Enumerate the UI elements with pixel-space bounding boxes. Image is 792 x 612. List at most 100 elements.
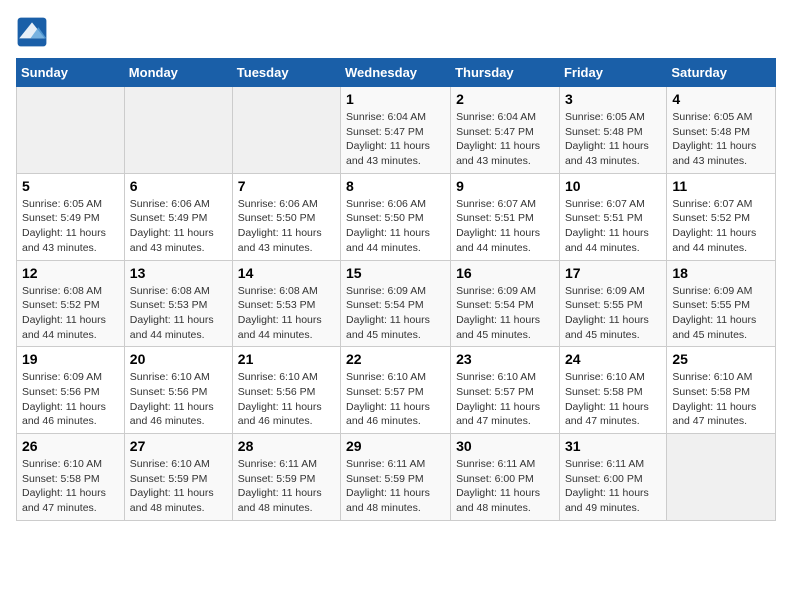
day-info: Sunrise: 6:04 AMSunset: 5:47 PMDaylight:… [346,110,445,169]
calendar-cell: 22 Sunrise: 6:10 AMSunset: 5:57 PMDayligh… [341,347,451,434]
day-number: 27 [130,438,227,454]
calendar-cell: 23 Sunrise: 6:10 AMSunset: 5:57 PMDayligh… [451,347,560,434]
day-number: 15 [346,265,445,281]
calendar-cell: 8Sunrise: 6:06 AMSunset: 5:50 PMDaylight… [341,173,451,260]
day-number: 20 [130,351,227,367]
calendar-week-4: 19Sunrise: 6:09 AMSunset: 5:56 PMDayligh… [17,347,776,434]
calendar-cell: 27 Sunrise: 6:10 AMSunset: 5:59 PMDayligh… [124,434,232,521]
weekday-header-saturday: Saturday [667,59,776,87]
day-info: Sunrise: 6:11 AMSunset: 5:59 PMDaylight:… [346,457,445,516]
day-number: 4 [672,91,770,107]
day-number: 9 [456,178,554,194]
calendar-cell [17,87,125,174]
calendar-cell: 24 Sunrise: 6:10 AMSunset: 5:58 PMDayligh… [559,347,666,434]
day-info: Sunrise: 6:09 AMSunset: 5:54 PMDaylight:… [456,284,554,343]
calendar-table: SundayMondayTuesdayWednesdayThursdayFrid… [16,58,776,521]
day-info: Sunrise: 6:11 AMSunset: 6:00 PMDaylight:… [456,457,554,516]
calendar-cell [232,87,340,174]
calendar-week-5: 26 Sunrise: 6:10 AMSunset: 5:58 PMDayligh… [17,434,776,521]
weekday-header-tuesday: Tuesday [232,59,340,87]
day-info: Sunrise: 6:10 AMSunset: 5:56 PMDaylight:… [238,370,335,429]
logo-icon [16,16,48,48]
calendar-cell: 21 Sunrise: 6:10 AMSunset: 5:56 PMDayligh… [232,347,340,434]
day-info: Sunrise: 6:10 AMSunset: 5:59 PMDaylight:… [130,457,227,516]
day-number: 23 [456,351,554,367]
weekday-header-wednesday: Wednesday [341,59,451,87]
day-info: Sunrise: 6:08 AMSunset: 5:53 PMDaylight:… [130,284,227,343]
day-number: 26 [22,438,119,454]
calendar-cell: 26 Sunrise: 6:10 AMSunset: 5:58 PMDayligh… [17,434,125,521]
day-number: 7 [238,178,335,194]
day-number: 30 [456,438,554,454]
day-number: 10 [565,178,661,194]
calendar-cell: 29Sunrise: 6:11 AMSunset: 5:59 PMDayligh… [341,434,451,521]
day-info: Sunrise: 6:08 AMSunset: 5:53 PMDaylight:… [238,284,335,343]
day-number: 24 [565,351,661,367]
day-info: Sunrise: 6:05 AMSunset: 5:49 PMDaylight:… [22,197,119,256]
calendar-week-2: 5 Sunrise: 6:05 AMSunset: 5:49 PMDaylight… [17,173,776,260]
calendar-cell: 4Sunrise: 6:05 AMSunset: 5:48 PMDaylight… [667,87,776,174]
calendar-cell: 15 Sunrise: 6:09 AMSunset: 5:54 PMDayligh… [341,260,451,347]
calendar-header: SundayMondayTuesdayWednesdayThursdayFrid… [17,59,776,87]
calendar-cell: 31 Sunrise: 6:11 AMSunset: 6:00 PMDayligh… [559,434,666,521]
calendar-week-3: 12 Sunrise: 6:08 AMSunset: 5:52 PMDayligh… [17,260,776,347]
calendar-body: 1 Sunrise: 6:04 AMSunset: 5:47 PMDaylight… [17,87,776,521]
day-info: Sunrise: 6:07 AMSunset: 5:51 PMDaylight:… [456,197,554,256]
day-number: 2 [456,91,554,107]
weekday-header-monday: Monday [124,59,232,87]
day-number: 16 [456,265,554,281]
calendar-cell: 9 Sunrise: 6:07 AMSunset: 5:51 PMDaylight… [451,173,560,260]
calendar-cell [667,434,776,521]
day-info: Sunrise: 6:05 AMSunset: 5:48 PMDaylight:… [565,110,661,169]
weekday-header-thursday: Thursday [451,59,560,87]
calendar-cell: 17 Sunrise: 6:09 AMSunset: 5:55 PMDayligh… [559,260,666,347]
calendar-cell: 28 Sunrise: 6:11 AMSunset: 5:59 PMDayligh… [232,434,340,521]
weekday-header-friday: Friday [559,59,666,87]
day-info: Sunrise: 6:10 AMSunset: 5:58 PMDaylight:… [565,370,661,429]
calendar-cell: 1 Sunrise: 6:04 AMSunset: 5:47 PMDaylight… [341,87,451,174]
day-number: 31 [565,438,661,454]
day-info: Sunrise: 6:11 AMSunset: 5:59 PMDaylight:… [238,457,335,516]
day-number: 17 [565,265,661,281]
day-info: Sunrise: 6:11 AMSunset: 6:00 PMDaylight:… [565,457,661,516]
calendar-cell: 13 Sunrise: 6:08 AMSunset: 5:53 PMDayligh… [124,260,232,347]
calendar-cell: 18Sunrise: 6:09 AMSunset: 5:55 PMDayligh… [667,260,776,347]
day-number: 13 [130,265,227,281]
calendar-cell: 20Sunrise: 6:10 AMSunset: 5:56 PMDayligh… [124,347,232,434]
day-number: 11 [672,178,770,194]
calendar-cell: 5 Sunrise: 6:05 AMSunset: 5:49 PMDaylight… [17,173,125,260]
calendar-cell: 11 Sunrise: 6:07 AMSunset: 5:52 PMDayligh… [667,173,776,260]
calendar-cell: 2Sunrise: 6:04 AMSunset: 5:47 PMDaylight… [451,87,560,174]
day-number: 12 [22,265,119,281]
day-info: Sunrise: 6:10 AMSunset: 5:57 PMDaylight:… [346,370,445,429]
calendar-cell: 30 Sunrise: 6:11 AMSunset: 6:00 PMDayligh… [451,434,560,521]
day-number: 19 [22,351,119,367]
day-number: 1 [346,91,445,107]
weekday-header-sunday: Sunday [17,59,125,87]
day-number: 28 [238,438,335,454]
weekday-row: SundayMondayTuesdayWednesdayThursdayFrid… [17,59,776,87]
day-info: Sunrise: 6:07 AMSunset: 5:52 PMDaylight:… [672,197,770,256]
day-number: 5 [22,178,119,194]
day-info: Sunrise: 6:09 AMSunset: 5:55 PMDaylight:… [672,284,770,343]
calendar-cell: 7Sunrise: 6:06 AMSunset: 5:50 PMDaylight… [232,173,340,260]
day-number: 8 [346,178,445,194]
day-number: 22 [346,351,445,367]
day-info: Sunrise: 6:07 AMSunset: 5:51 PMDaylight:… [565,197,661,256]
day-info: Sunrise: 6:06 AMSunset: 5:49 PMDaylight:… [130,197,227,256]
calendar-cell: 16 Sunrise: 6:09 AMSunset: 5:54 PMDayligh… [451,260,560,347]
day-info: Sunrise: 6:08 AMSunset: 5:52 PMDaylight:… [22,284,119,343]
day-number: 21 [238,351,335,367]
day-number: 14 [238,265,335,281]
day-info: Sunrise: 6:10 AMSunset: 5:57 PMDaylight:… [456,370,554,429]
day-info: Sunrise: 6:09 AMSunset: 5:54 PMDaylight:… [346,284,445,343]
logo [16,16,52,48]
day-info: Sunrise: 6:10 AMSunset: 5:58 PMDaylight:… [22,457,119,516]
calendar-cell: 3Sunrise: 6:05 AMSunset: 5:48 PMDaylight… [559,87,666,174]
page-header [16,16,776,48]
day-number: 6 [130,178,227,194]
calendar-cell: 10 Sunrise: 6:07 AMSunset: 5:51 PMDayligh… [559,173,666,260]
day-number: 25 [672,351,770,367]
day-info: Sunrise: 6:09 AMSunset: 5:55 PMDaylight:… [565,284,661,343]
day-info: Sunrise: 6:10 AMSunset: 5:58 PMDaylight:… [672,370,770,429]
